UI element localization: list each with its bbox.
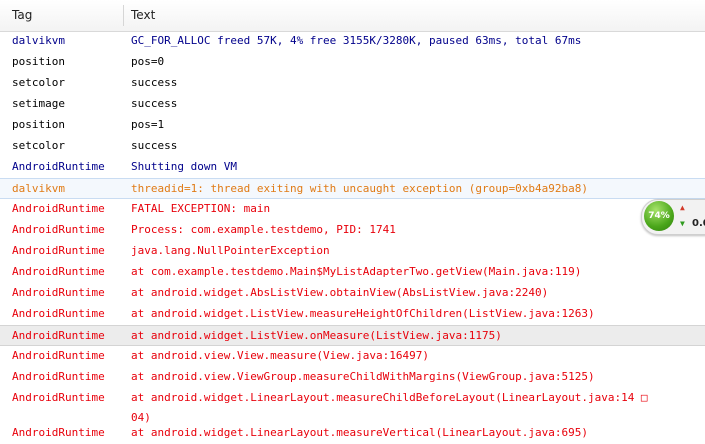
log-row[interactable]: AndroidRuntime at android.widget.AbsListV… [0,283,705,304]
log-row[interactable]: AndroidRuntime at android.widget.ListView… [0,304,705,325]
log-message: pos=1 [131,118,165,131]
log-tag: setimage [12,97,65,110]
log-message: GC_FOR_ALLOC freed 57K, 4% free 3155K/32… [131,34,582,47]
memory-usage-gauge[interactable]: 74% [644,201,674,231]
log-message: at android.widget.LinearLayout.measureVe… [131,426,588,439]
log-row[interactable]: AndroidRuntime FATAL EXCEPTION: main [0,199,705,220]
log-tag: dalvikvm [12,34,65,47]
log-tag: AndroidRuntime [12,286,105,299]
log-message: at android.widget.LinearLayout.measureCh… [131,391,648,424]
log-row[interactable]: setimage success [0,94,705,115]
log-tag: AndroidRuntime [12,426,105,439]
log-tag: position [12,55,65,68]
log-message: at android.view.View.measure(View.java:1… [131,349,430,362]
log-row[interactable]: AndroidRuntime at android.widget.LinearLa… [0,423,705,444]
log-row[interactable]: AndroidRuntime Shutting down VM [0,157,705,178]
column-divider[interactable] [123,5,124,26]
log-message: threadid=1: thread exiting with uncaught… [131,182,588,195]
log-table-header: Tag Text [0,0,705,32]
log-row[interactable]: setcolor success [0,73,705,94]
log-row[interactable]: AndroidRuntime at android.widget.LinearLa… [0,388,705,424]
log-message: at android.view.ViewGroup.measureChildWi… [131,370,595,383]
log-tag: setcolor [12,76,65,89]
log-tag: AndroidRuntime [12,349,105,362]
log-tag: AndroidRuntime [12,329,105,342]
log-message: Shutting down VM [131,160,237,173]
log-message: at android.widget.ListView.onMeasure(Lis… [131,329,502,342]
log-message: FATAL EXCEPTION: main [131,202,271,215]
log-row[interactable]: AndroidRuntime at android.view.ViewGroup.… [0,367,705,388]
log-row[interactable]: AndroidRuntime java.lang.NullPointerExcep… [0,241,705,262]
memory-booster-widget[interactable]: 74% ▲ ▼ 0.0 [641,199,705,235]
log-tag: AndroidRuntime [12,244,105,257]
log-row[interactable]: dalvikvm threadid=1: thread exiting with … [0,178,705,199]
log-message: success [131,76,178,89]
log-tag: AndroidRuntime [12,160,105,173]
log-row[interactable]: AndroidRuntime at com.example.testdemo.Ma… [0,262,705,283]
log-tag: AndroidRuntime [12,265,105,278]
log-row[interactable]: position pos=1 [0,115,705,136]
log-rows: dalvikvm GC_FOR_ALLOC freed 57K, 4% free … [0,31,705,444]
log-tag: AndroidRuntime [12,223,105,236]
log-message: success [131,97,178,110]
log-row[interactable]: dalvikvm GC_FOR_ALLOC freed 57K, 4% free … [0,31,705,52]
arrow-down-icon: ▼ [680,219,685,228]
log-message: Process: com.example.testdemo, PID: 1741 [131,223,396,236]
log-message: at android.widget.ListView.measureHeight… [131,307,595,320]
log-tag: AndroidRuntime [12,391,105,404]
log-message: java.lang.NullPointerException [131,244,330,257]
log-tag: AndroidRuntime [12,307,105,320]
log-message: pos=0 [131,55,165,68]
column-header-text[interactable]: Text [131,0,155,31]
log-row[interactable]: setcolor success [0,136,705,157]
log-tag: setcolor [12,139,65,152]
log-tag: AndroidRuntime [12,202,105,215]
log-message: at android.widget.AbsListView.obtainView… [131,286,549,299]
log-row[interactable]: AndroidRuntime Process: com.example.testd… [0,220,705,241]
log-row[interactable]: AndroidRuntime at android.widget.ListView… [0,325,705,346]
network-speed-readout: 0.0 [692,218,705,229]
log-tag: AndroidRuntime [12,370,105,383]
log-tag: dalvikvm [12,182,65,195]
log-message: at com.example.testdemo.Main$MyListAdapt… [131,265,582,278]
log-tag: position [12,118,65,131]
column-header-tag[interactable]: Tag [12,0,32,31]
log-row[interactable]: AndroidRuntime at android.view.View.measu… [0,346,705,367]
log-message: success [131,139,178,152]
log-row[interactable]: position pos=0 [0,52,705,73]
arrow-up-icon: ▲ [680,203,685,212]
